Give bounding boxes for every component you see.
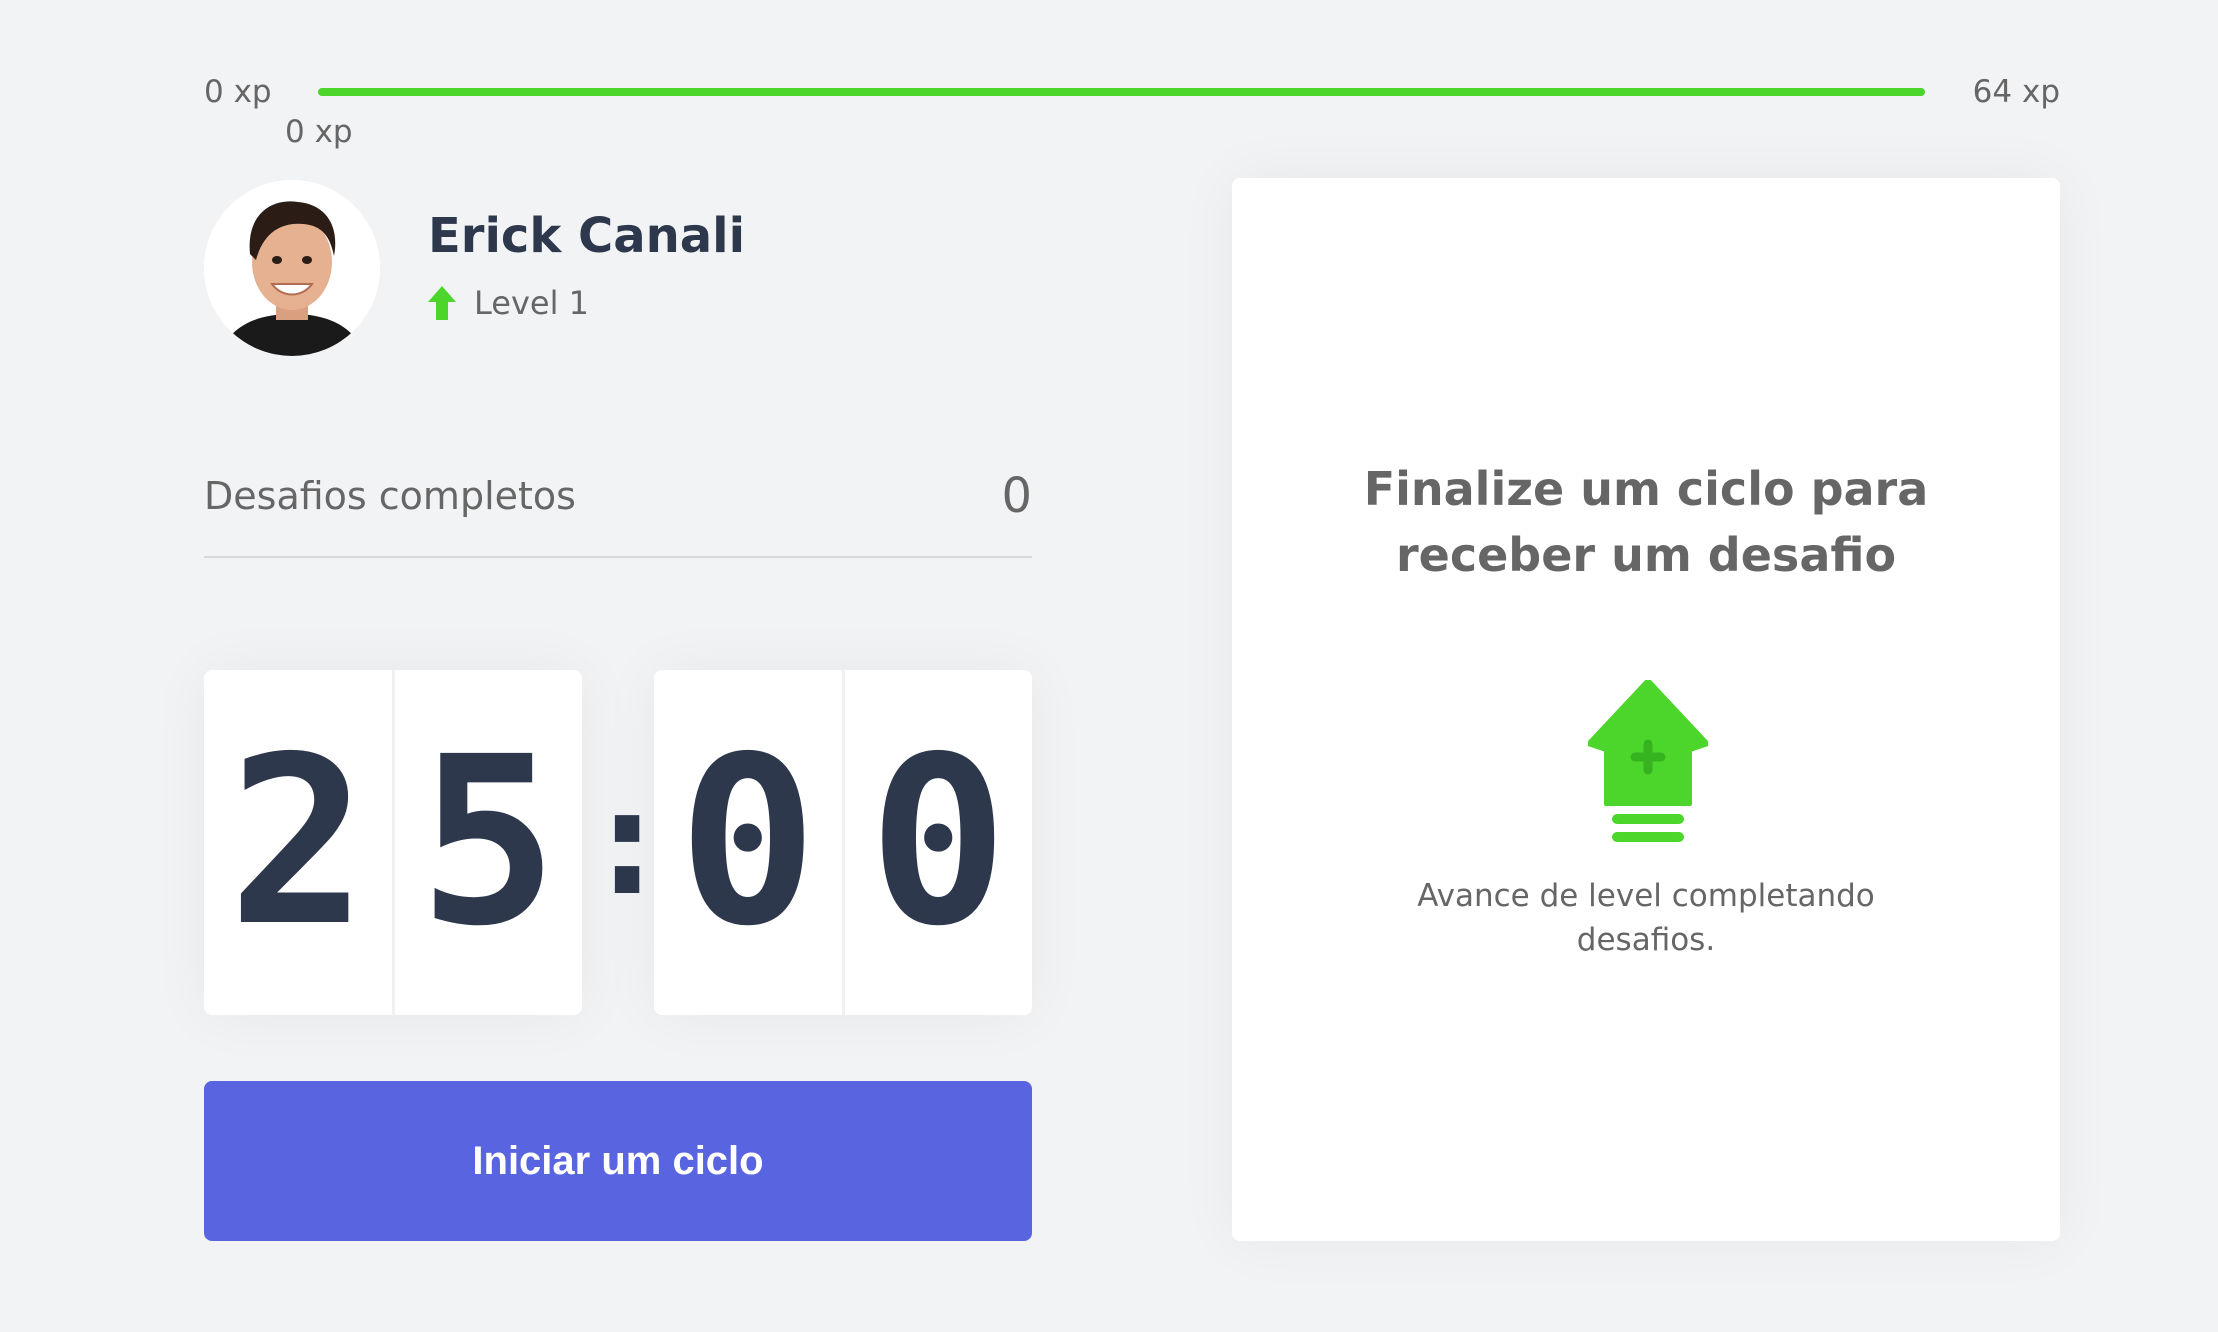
xp-start-label: 0 xp xyxy=(204,74,272,110)
completed-challenges-label: Desafios completos xyxy=(204,474,576,518)
challenge-box-title: Finalize um ciclo para receber um desafi… xyxy=(1363,462,1929,582)
start-cycle-button[interactable]: Iniciar um ciclo xyxy=(204,1081,1032,1241)
seconds-display: 0 0 xyxy=(654,670,1032,1015)
completed-challenges: Desafios completos 0 xyxy=(204,460,1032,558)
countdown-separator: : xyxy=(582,755,673,929)
experience-bar xyxy=(318,88,1925,96)
user-level: Level 1 xyxy=(428,283,589,323)
second-units-digit: 0 xyxy=(841,670,1033,1015)
level-label: Level 1 xyxy=(474,284,589,322)
challenge-box: Finalize um ciclo para receber um desafi… xyxy=(1232,178,2060,1241)
minute-tens-digit: 2 xyxy=(227,707,368,977)
challenge-box-hint: Avance de level completando desafios. xyxy=(1417,878,1875,958)
minute-units-digit: 5 xyxy=(391,670,583,1015)
second-tens-digit: 0 xyxy=(677,707,818,977)
experience-bar-fill xyxy=(318,88,1925,96)
countdown: 2 5 : 0 0 xyxy=(204,670,1032,1015)
xp-end-label: 64 xp xyxy=(1972,74,2060,110)
avatar-image xyxy=(204,180,380,356)
minutes-display: 2 5 xyxy=(204,670,582,1015)
completed-challenges-count: 0 xyxy=(1001,468,1032,524)
level-up-icon xyxy=(1588,680,1708,844)
current-xp-label: 0 xp xyxy=(285,114,353,150)
level-up-arrow-icon xyxy=(428,286,456,320)
user-name: Erick Canali xyxy=(428,208,746,264)
avatar xyxy=(204,180,380,356)
app-page: 0 xp 64 xp 0 xp Erick Canali Level 1 Des… xyxy=(0,0,2218,1332)
